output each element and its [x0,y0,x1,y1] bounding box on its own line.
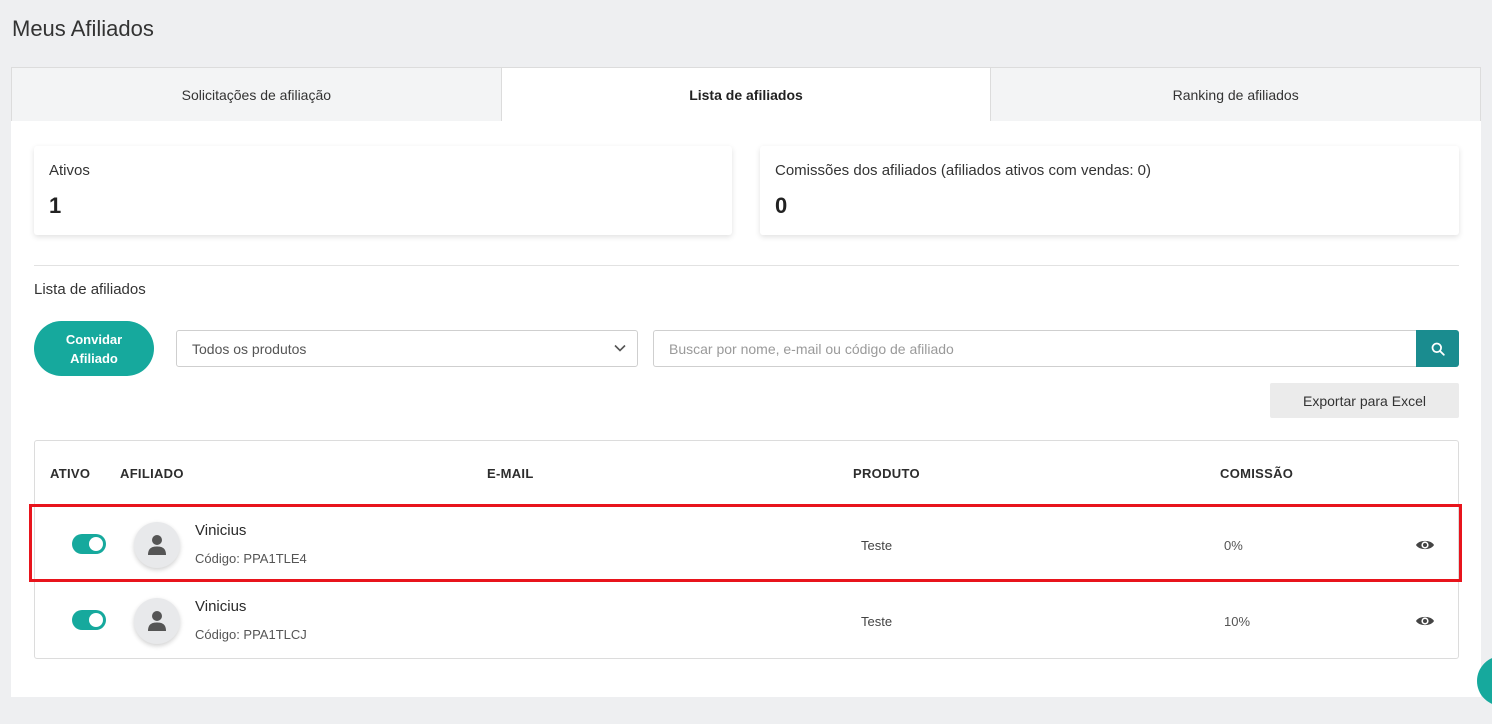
toggle-knob [89,537,103,551]
export-excel-button[interactable]: Exportar para Excel [1270,383,1459,418]
tab-panel: Ativos 1 Comissões dos afiliados (afilia… [11,121,1481,697]
chevron-down-icon [614,344,626,352]
section-divider [34,265,1459,266]
active-toggle[interactable] [72,534,106,554]
search-button[interactable] [1416,330,1459,367]
affiliate-commission: 0% [1224,538,1243,553]
header-affiliate: AFILIADO [120,466,184,481]
affiliates-table: ATIVO AFILIADO E-MAIL PRODUTO COMISSÃO V… [34,440,1459,659]
commissions-value: 0 [775,193,788,218]
user-icon [148,611,166,631]
affiliate-product: Teste [861,614,893,629]
commissions-card: Comissões dos afiliados (afiliados ativo… [760,146,1459,235]
user-icon [148,535,166,555]
eye-icon[interactable] [1415,613,1435,629]
search-icon [1431,342,1445,356]
page-title: Meus Afiliados [12,16,154,41]
affiliate-list-title: Lista de afiliados [34,281,146,298]
tab-ranking[interactable]: Ranking de afiliados [991,67,1482,122]
avatar [134,598,180,644]
table-row: Vinicius Código: PPA1TLE4 Teste 0% [35,507,1458,583]
tab-bar: Solicitações de afiliação Lista de afili… [11,67,1482,122]
affiliate-name: Vinicius [195,598,247,615]
commissions-label: Comissões dos afiliados (afiliados ativo… [775,162,1152,179]
invite-affiliate-button[interactable]: Convidar Afiliado [34,321,154,376]
affiliate-product: Teste [861,538,893,553]
header-product: PRODUTO [853,466,920,481]
affiliate-commission: 10% [1224,614,1251,629]
affiliate-code: Código: PPA1TLE4 [195,551,307,566]
toggle-knob [89,613,103,627]
tab-lista-afiliados[interactable]: Lista de afiliados [501,67,992,122]
eye-icon[interactable] [1415,537,1435,553]
product-filter-value: Todos os produtos [192,340,307,357]
active-affiliates-card: Ativos 1 [34,146,732,235]
affiliate-code: Código: PPA1TLCJ [195,627,307,642]
product-filter-select[interactable]: Todos os produtos [176,330,638,367]
affiliate-name: Vinicius [195,522,247,539]
table-row: Vinicius Código: PPA1TLCJ Teste 10% [35,583,1458,659]
header-email: E-MAIL [487,466,534,481]
active-affiliates-value: 1 [49,193,62,218]
active-affiliates-label: Ativos [49,162,90,179]
header-commission: COMISSÃO [1220,466,1294,481]
tab-solicitacoes[interactable]: Solicitações de afiliação [11,67,502,122]
header-active: ATIVO [50,466,91,481]
active-toggle[interactable] [72,610,106,630]
avatar [134,522,180,568]
search-input[interactable] [653,330,1417,367]
